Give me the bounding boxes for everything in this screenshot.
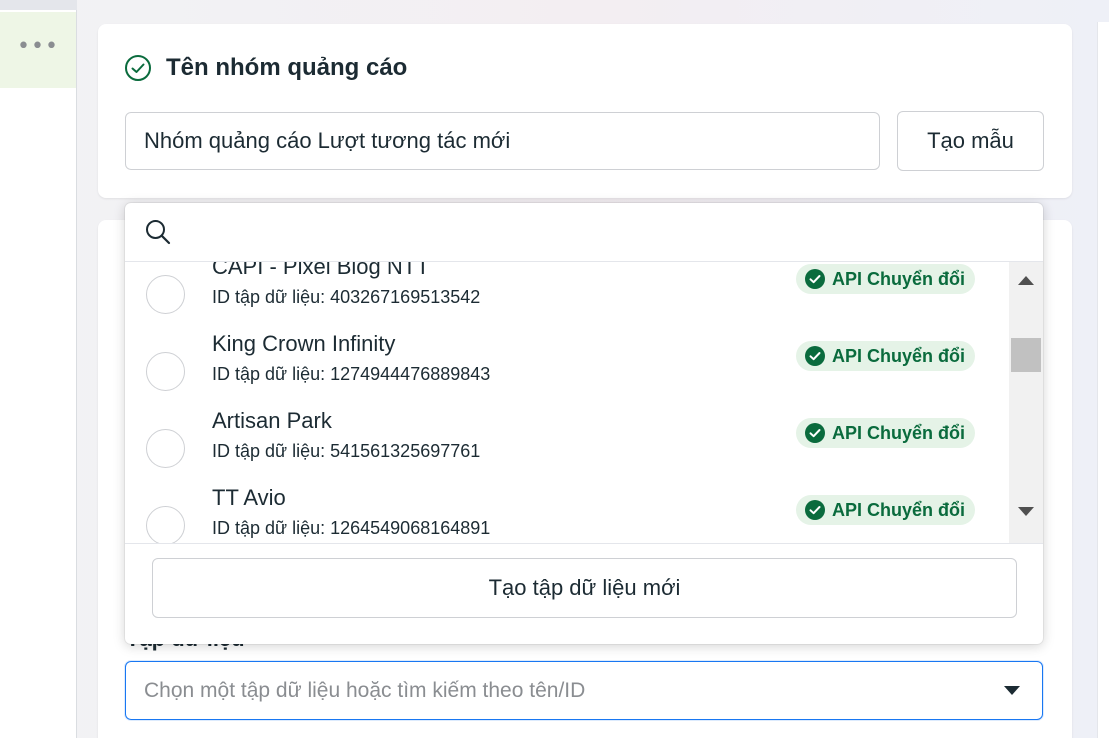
check-circle-icon <box>125 55 151 81</box>
list-item[interactable]: King Crown Infinity ID tập dữ liệu: 1274… <box>125 331 1009 409</box>
radio-button[interactable] <box>146 429 185 468</box>
dataset-id: ID tập dữ liệu: 403267169513542 <box>212 287 481 307</box>
status-badge-label: API Chuyển đổi <box>832 345 966 366</box>
check-circle-filled-icon <box>805 346 825 366</box>
dataset-name: King Crown Infinity <box>212 331 396 356</box>
status-badge: API Chuyển đổi <box>796 264 976 294</box>
dropdown-footer: Tạo tập dữ liệu mới <box>125 543 1043 644</box>
list-item[interactable]: TT Avio ID tập dữ liệu: 1264549068164891… <box>125 485 1009 543</box>
scroll-up-arrow-icon[interactable] <box>1018 276 1034 285</box>
left-rail-top-strip <box>0 0 77 10</box>
left-rail: ••• <box>0 0 77 738</box>
section-title: Tên nhóm quảng cáo <box>166 54 408 81</box>
ad-set-name-card: Tên nhóm quảng cáo Nhóm quảng cáo Lượt t… <box>98 24 1072 198</box>
dataset-search-input[interactable] <box>125 203 1043 262</box>
list-scrollbar[interactable] <box>1009 262 1043 543</box>
list-item[interactable]: CAPI - Pixel Blog NTT ID tập dữ liệu: 40… <box>125 262 1009 332</box>
caret-down-icon <box>1004 686 1020 695</box>
dataset-name: Artisan Park <box>212 408 332 433</box>
dataset-id: ID tập dữ liệu: 1274944476889843 <box>212 364 491 384</box>
dataset-name: TT Avio <box>212 485 286 510</box>
check-circle-filled-icon <box>805 269 825 289</box>
scrollbar-track[interactable] <box>1009 262 1043 543</box>
dataset-select[interactable]: Chọn một tập dữ liệu hoặc tìm kiếm theo … <box>125 661 1043 720</box>
right-panel-edge <box>1097 22 1109 738</box>
check-circle-filled-icon <box>805 500 825 520</box>
radio-button[interactable] <box>146 275 185 314</box>
radio-button[interactable] <box>146 352 185 391</box>
ad-set-name-input[interactable]: Nhóm quảng cáo Lượt tương tác mới <box>125 112 880 170</box>
create-template-button[interactable]: Tạo mẫu <box>897 111 1044 171</box>
scroll-down-arrow-icon[interactable] <box>1018 507 1034 516</box>
more-options-button[interactable]: ••• <box>0 12 76 88</box>
status-badge-label: API Chuyển đổi <box>832 499 966 520</box>
dataset-id: ID tập dữ liệu: 541561325697761 <box>212 441 481 461</box>
status-badge-label: API Chuyển đổi <box>832 268 966 289</box>
create-dataset-button[interactable]: Tạo tập dữ liệu mới <box>152 558 1017 618</box>
status-badge: API Chuyển đổi <box>796 341 976 371</box>
radio-button[interactable] <box>146 506 185 543</box>
dataset-list: CAPI - Pixel Blog NTT ID tập dữ liệu: 40… <box>125 262 1043 543</box>
status-badge: API Chuyển đổi <box>796 495 976 525</box>
search-icon <box>146 220 171 245</box>
dataset-select-placeholder: Chọn một tập dữ liệu hoặc tìm kiếm theo … <box>144 678 586 702</box>
ad-set-name-header: Tên nhóm quảng cáo <box>124 54 407 82</box>
list-item[interactable]: Artisan Park ID tập dữ liệu: 54156132569… <box>125 408 1009 486</box>
check-circle-filled-icon <box>805 423 825 443</box>
dataset-dropdown: CAPI - Pixel Blog NTT ID tập dữ liệu: 40… <box>125 203 1043 644</box>
status-badge: API Chuyển đổi <box>796 418 976 448</box>
dataset-id: ID tập dữ liệu: 1264549068164891 <box>212 518 491 538</box>
status-badge-label: API Chuyển đổi <box>832 422 966 443</box>
dataset-name: CAPI - Pixel Blog NTT <box>212 262 430 279</box>
scrollbar-thumb[interactable] <box>1011 338 1041 372</box>
ad-set-name-value: Nhóm quảng cáo Lượt tương tác mới <box>144 128 511 153</box>
